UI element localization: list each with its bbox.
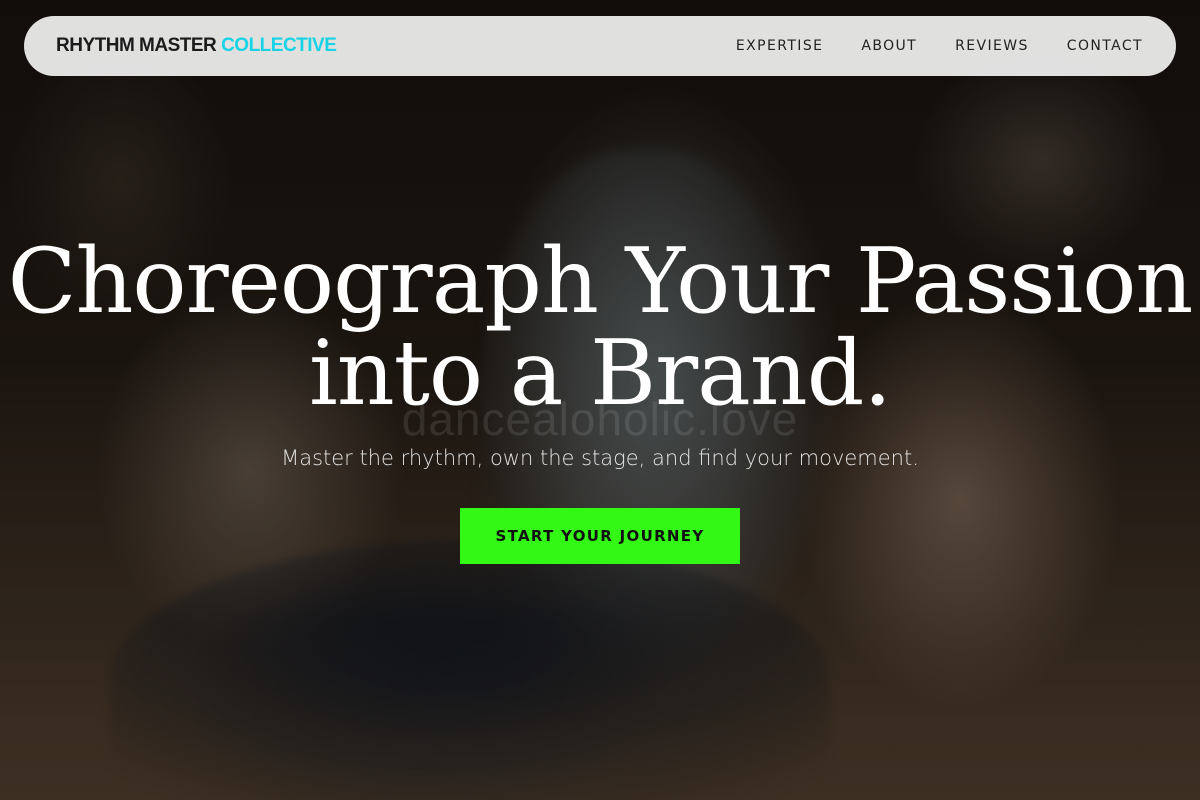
start-journey-button[interactable]: START YOUR JOURNEY [460,508,740,564]
hero-headline-line-1: Choreograph Your Passion [7,229,1194,334]
hero-headline: Choreograph Your Passion into a Brand. [0,236,1200,420]
nav-link-about[interactable]: ABOUT [861,38,917,54]
hero-headline-line-2: into a Brand. [309,321,892,426]
top-navigation: RHYTHM MASTER COLLECTIVE EXPERTISE ABOUT… [24,16,1176,76]
nav-links: EXPERTISE ABOUT REVIEWS CONTACT [736,38,1143,54]
nav-link-reviews[interactable]: REVIEWS [955,38,1029,54]
nav-link-contact[interactable]: CONTACT [1067,38,1143,54]
hero-section: RHYTHM MASTER COLLECTIVE EXPERTISE ABOUT… [0,0,1200,800]
brand-name-primary: RHYTHM MASTER [56,35,217,56]
brand-name-accent: COLLECTIVE [221,35,337,56]
nav-link-expertise[interactable]: EXPERTISE [736,38,823,54]
hero-content: Choreograph Your Passion into a Brand. [0,236,1200,420]
brand-logo[interactable]: RHYTHM MASTER COLLECTIVE [56,35,337,57]
hero-subtitle: Master the rhythm, own the stage, and fi… [281,446,919,470]
